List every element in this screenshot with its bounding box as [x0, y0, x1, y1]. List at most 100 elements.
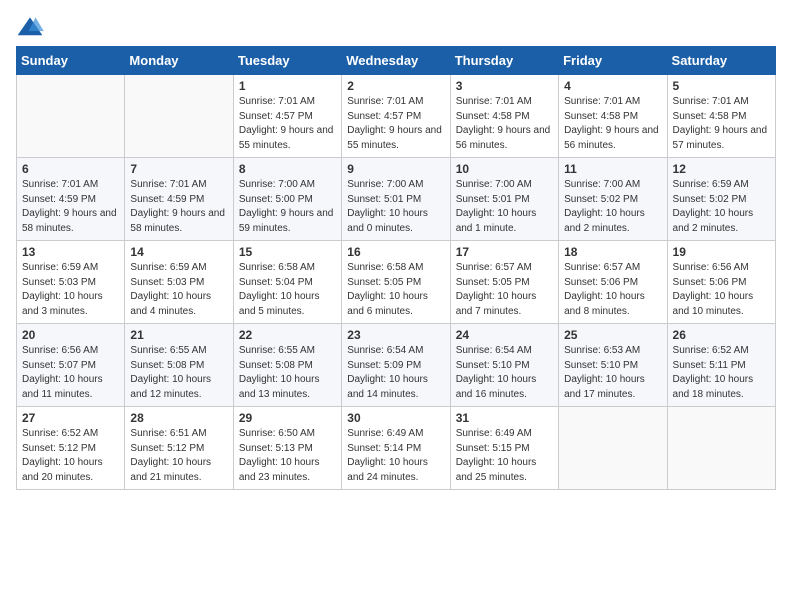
calendar-cell: 12 Sunrise: 6:59 AM Sunset: 5:02 PM Dayli…: [667, 158, 775, 241]
day-number: 31: [456, 411, 553, 425]
calendar-week-row: 13 Sunrise: 6:59 AM Sunset: 5:03 PM Dayli…: [17, 241, 776, 324]
day-info: Sunrise: 6:52 AM Sunset: 5:12 PM Dayligh…: [22, 427, 119, 485]
day-info: Sunrise: 6:54 AM Sunset: 5:09 PM Dayligh…: [347, 344, 444, 402]
day-info: Sunrise: 7:01 AM Sunset: 4:58 PM Dayligh…: [673, 95, 770, 153]
day-number: 15: [239, 245, 336, 259]
calendar-cell: 27 Sunrise: 6:52 AM Sunset: 5:12 PM Dayli…: [17, 407, 125, 490]
calendar-cell: [559, 407, 667, 490]
calendar-cell: 13 Sunrise: 6:59 AM Sunset: 5:03 PM Dayli…: [17, 241, 125, 324]
calendar-header-thursday: Thursday: [450, 47, 558, 75]
day-number: 12: [673, 162, 770, 176]
day-number: 5: [673, 79, 770, 93]
day-number: 8: [239, 162, 336, 176]
day-number: 22: [239, 328, 336, 342]
day-info: Sunrise: 7:01 AM Sunset: 4:59 PM Dayligh…: [22, 178, 119, 236]
day-info: Sunrise: 7:01 AM Sunset: 4:58 PM Dayligh…: [456, 95, 553, 153]
calendar-cell: 17 Sunrise: 6:57 AM Sunset: 5:05 PM Dayli…: [450, 241, 558, 324]
day-number: 27: [22, 411, 119, 425]
day-number: 6: [22, 162, 119, 176]
day-number: 10: [456, 162, 553, 176]
day-number: 17: [456, 245, 553, 259]
calendar-week-row: 20Sunrise: 6:56 AM Sunset: 5:07 PM Dayli…: [17, 324, 776, 407]
day-number: 19: [673, 245, 770, 259]
day-info: Sunrise: 7:01 AM Sunset: 4:58 PM Dayligh…: [564, 95, 661, 153]
day-number: 13: [22, 245, 119, 259]
calendar-cell: 16Sunrise: 6:58 AM Sunset: 5:05 PM Dayli…: [342, 241, 450, 324]
calendar-cell: 23Sunrise: 6:54 AM Sunset: 5:09 PM Dayli…: [342, 324, 450, 407]
day-info: Sunrise: 6:59 AM Sunset: 5:03 PM Dayligh…: [130, 261, 227, 319]
day-number: 28: [130, 411, 227, 425]
calendar-cell: 8 Sunrise: 7:00 AM Sunset: 5:00 PM Daylig…: [233, 158, 341, 241]
calendar-cell: 7Sunrise: 7:01 AM Sunset: 4:59 PM Daylig…: [125, 158, 233, 241]
calendar-cell: [17, 75, 125, 158]
day-info: Sunrise: 6:52 AM Sunset: 5:11 PM Dayligh…: [673, 344, 770, 402]
day-number: 25: [564, 328, 661, 342]
day-info: Sunrise: 6:51 AM Sunset: 5:12 PM Dayligh…: [130, 427, 227, 485]
day-number: 3: [456, 79, 553, 93]
calendar-header-tuesday: Tuesday: [233, 47, 341, 75]
day-number: 14: [130, 245, 227, 259]
calendar-cell: 31 Sunrise: 6:49 AM Sunset: 5:15 PM Dayli…: [450, 407, 558, 490]
day-info: Sunrise: 6:56 AM Sunset: 5:06 PM Dayligh…: [673, 261, 770, 319]
calendar-cell: 18Sunrise: 6:57 AM Sunset: 5:06 PM Dayli…: [559, 241, 667, 324]
calendar-week-row: 1 Sunrise: 7:01 AM Sunset: 4:57 PM Daylig…: [17, 75, 776, 158]
day-info: Sunrise: 6:55 AM Sunset: 5:08 PM Dayligh…: [130, 344, 227, 402]
calendar-cell: 6 Sunrise: 7:01 AM Sunset: 4:59 PM Daylig…: [17, 158, 125, 241]
calendar-cell: 10 Sunrise: 7:00 AM Sunset: 5:01 PM Dayli…: [450, 158, 558, 241]
day-info: Sunrise: 7:01 AM Sunset: 4:57 PM Dayligh…: [239, 95, 336, 153]
day-number: 2: [347, 79, 444, 93]
day-info: Sunrise: 6:59 AM Sunset: 5:03 PM Dayligh…: [22, 261, 119, 319]
calendar-cell: 1 Sunrise: 7:01 AM Sunset: 4:57 PM Daylig…: [233, 75, 341, 158]
day-info: Sunrise: 7:00 AM Sunset: 5:01 PM Dayligh…: [347, 178, 444, 236]
day-info: Sunrise: 7:01 AM Sunset: 4:57 PM Dayligh…: [347, 95, 444, 153]
calendar-cell: 11 Sunrise: 7:00 AM Sunset: 5:02 PM Dayli…: [559, 158, 667, 241]
day-info: Sunrise: 6:49 AM Sunset: 5:14 PM Dayligh…: [347, 427, 444, 485]
calendar-table: SundayMondayTuesdayWednesdayThursdayFrid…: [16, 46, 776, 490]
calendar-cell: 26Sunrise: 6:52 AM Sunset: 5:11 PM Dayli…: [667, 324, 775, 407]
calendar-header-row: SundayMondayTuesdayWednesdayThursdayFrid…: [17, 47, 776, 75]
day-number: 9: [347, 162, 444, 176]
day-number: 30: [347, 411, 444, 425]
day-info: Sunrise: 6:50 AM Sunset: 5:13 PM Dayligh…: [239, 427, 336, 485]
day-info: Sunrise: 6:57 AM Sunset: 5:05 PM Dayligh…: [456, 261, 553, 319]
day-number: 21: [130, 328, 227, 342]
day-info: Sunrise: 6:49 AM Sunset: 5:15 PM Dayligh…: [456, 427, 553, 485]
day-info: Sunrise: 7:00 AM Sunset: 5:00 PM Dayligh…: [239, 178, 336, 236]
day-info: Sunrise: 6:57 AM Sunset: 5:06 PM Dayligh…: [564, 261, 661, 319]
calendar-cell: 29 Sunrise: 6:50 AM Sunset: 5:13 PM Dayli…: [233, 407, 341, 490]
calendar-cell: 21 Sunrise: 6:55 AM Sunset: 5:08 PM Dayli…: [125, 324, 233, 407]
day-number: 24: [456, 328, 553, 342]
calendar-cell: 20Sunrise: 6:56 AM Sunset: 5:07 PM Dayli…: [17, 324, 125, 407]
logo: [16, 16, 48, 38]
calendar-cell: 25 Sunrise: 6:53 AM Sunset: 5:10 PM Dayli…: [559, 324, 667, 407]
day-info: Sunrise: 7:00 AM Sunset: 5:01 PM Dayligh…: [456, 178, 553, 236]
calendar-cell: 28 Sunrise: 6:51 AM Sunset: 5:12 PM Dayli…: [125, 407, 233, 490]
day-number: 29: [239, 411, 336, 425]
calendar-cell: 3 Sunrise: 7:01 AM Sunset: 4:58 PM Daylig…: [450, 75, 558, 158]
calendar-header-sunday: Sunday: [17, 47, 125, 75]
day-info: Sunrise: 6:53 AM Sunset: 5:10 PM Dayligh…: [564, 344, 661, 402]
day-info: Sunrise: 7:00 AM Sunset: 5:02 PM Dayligh…: [564, 178, 661, 236]
day-info: Sunrise: 6:59 AM Sunset: 5:02 PM Dayligh…: [673, 178, 770, 236]
day-number: 11: [564, 162, 661, 176]
calendar-header-saturday: Saturday: [667, 47, 775, 75]
calendar-header-friday: Friday: [559, 47, 667, 75]
day-info: Sunrise: 6:58 AM Sunset: 5:04 PM Dayligh…: [239, 261, 336, 319]
calendar-cell: 14 Sunrise: 6:59 AM Sunset: 5:03 PM Dayli…: [125, 241, 233, 324]
day-number: 20: [22, 328, 119, 342]
calendar-header-wednesday: Wednesday: [342, 47, 450, 75]
day-info: Sunrise: 6:55 AM Sunset: 5:08 PM Dayligh…: [239, 344, 336, 402]
day-number: 4: [564, 79, 661, 93]
calendar-cell: 9 Sunrise: 7:00 AM Sunset: 5:01 PM Daylig…: [342, 158, 450, 241]
calendar-header-monday: Monday: [125, 47, 233, 75]
page-header: [16, 16, 776, 38]
calendar-cell: 22 Sunrise: 6:55 AM Sunset: 5:08 PM Dayli…: [233, 324, 341, 407]
calendar-cell: [125, 75, 233, 158]
calendar-cell: 5 Sunrise: 7:01 AM Sunset: 4:58 PM Daylig…: [667, 75, 775, 158]
calendar-week-row: 6 Sunrise: 7:01 AM Sunset: 4:59 PM Daylig…: [17, 158, 776, 241]
calendar-week-row: 27 Sunrise: 6:52 AM Sunset: 5:12 PM Dayli…: [17, 407, 776, 490]
calendar-cell: 4 Sunrise: 7:01 AM Sunset: 4:58 PM Daylig…: [559, 75, 667, 158]
day-info: Sunrise: 6:58 AM Sunset: 5:05 PM Dayligh…: [347, 261, 444, 319]
day-info: Sunrise: 7:01 AM Sunset: 4:59 PM Dayligh…: [130, 178, 227, 236]
day-number: 1: [239, 79, 336, 93]
